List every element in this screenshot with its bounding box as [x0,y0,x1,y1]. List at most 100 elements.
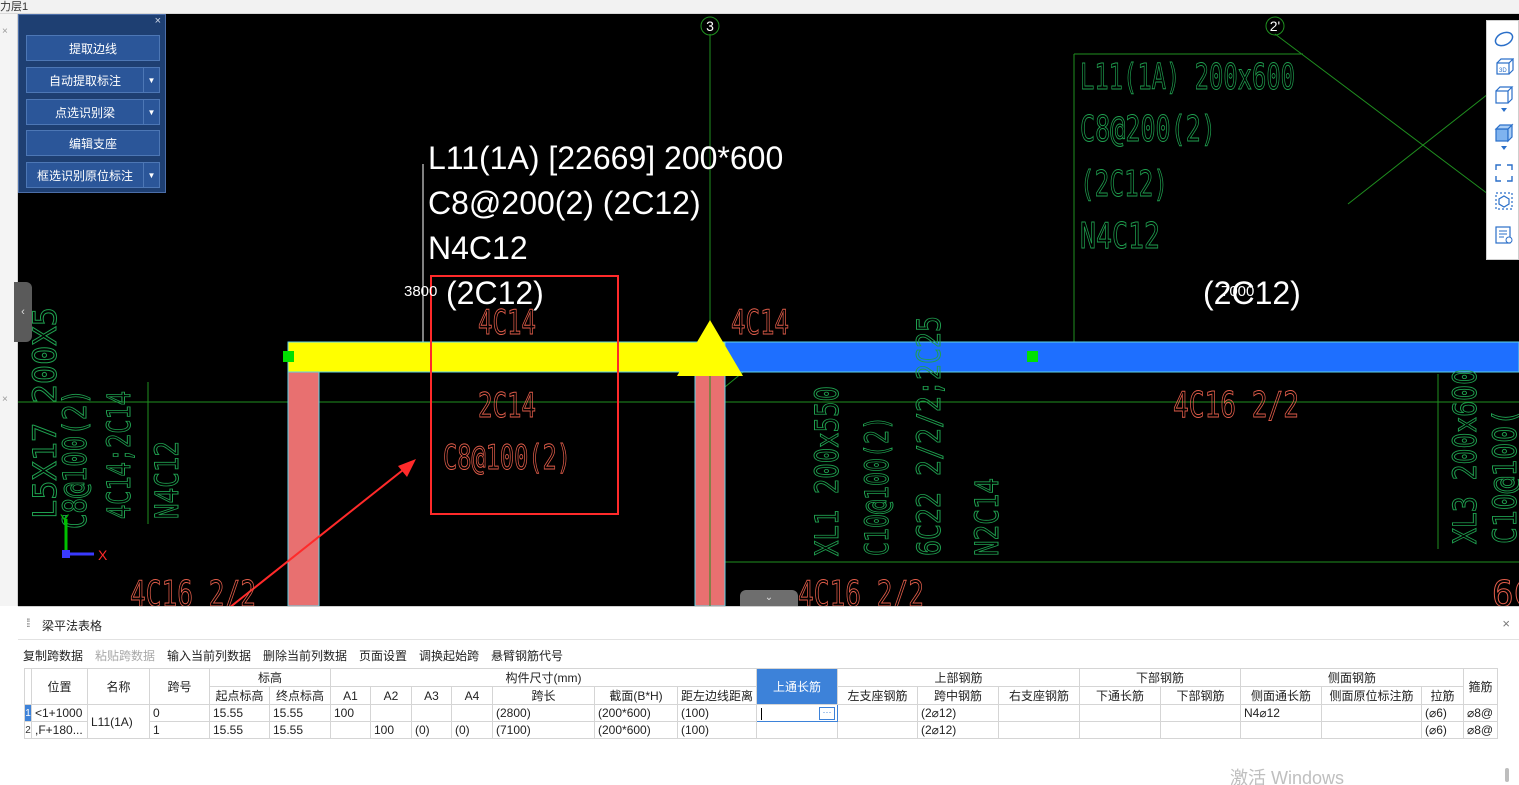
cell-a2[interactable]: 100 [370,721,412,739]
header-bottom-through[interactable]: 下通长筋 [1079,686,1162,705]
cell-mid-span[interactable]: (2⌀12) [917,704,1000,722]
cell-end-elev[interactable]: 15.55 [269,721,331,739]
cell-a1[interactable] [330,721,371,739]
cell-span[interactable]: 1 [149,721,210,739]
header-a1[interactable]: A1 [330,686,371,705]
cell-top-through-editing[interactable]: ··· [756,704,839,722]
edit-support-button[interactable]: 编辑支座 [26,130,160,156]
box-view-icon[interactable] [1494,85,1514,105]
header-a3[interactable]: A3 [411,686,452,705]
cell-bottom-through[interactable] [1079,721,1162,739]
cell-right-support[interactable] [998,721,1081,739]
cell-left-support[interactable] [837,704,919,722]
extract-edge-button[interactable]: 提取边线 [26,35,160,61]
paste-span-data-button[interactable]: 粘贴跨数据 [95,647,155,664]
cell-stirrup[interactable]: ⌀8@ [1463,721,1499,739]
cell-name[interactable]: L11(1A) [87,704,150,739]
cell-bottom-bar[interactable] [1160,721,1242,739]
cell-bottom-through[interactable] [1079,704,1162,722]
pick-recognize-beam-button[interactable]: 点选识别梁 ▼ [26,99,160,125]
close-icon[interactable]: × [1502,616,1510,631]
header-stirrup[interactable]: 箍筋 [1463,668,1499,705]
cell-end-elev[interactable]: 15.55 [269,704,331,722]
header-end-elev[interactable]: 终点标高 [269,686,331,705]
header-side-through[interactable]: 侧面通长筋 [1240,686,1323,705]
solid-box-icon[interactable] [1494,123,1514,143]
cell-section[interactable]: (200*600) [594,704,678,722]
swap-start-span-button[interactable]: 调换起始跨 [419,647,479,664]
copy-span-data-button[interactable]: 复制跨数据 [23,647,83,664]
header-name[interactable]: 名称 [87,668,150,705]
header-start-elev[interactable]: 起点标高 [209,686,270,705]
chevron-down-icon[interactable] [1494,143,1514,153]
cell-start-elev[interactable]: 15.55 [209,721,270,739]
table-row[interactable]: 1 <1+1000 L11(1A) 0 15.55 15.55 100 (280… [24,704,1499,739]
header-bottom-bar[interactable]: 下部钢筋 [1160,686,1242,705]
row-number[interactable]: 2 [24,721,32,739]
cell-top-through[interactable] [756,721,839,739]
report-icon[interactable] [1494,225,1514,245]
cell-span-length[interactable]: (7100) [492,721,595,739]
drag-grip-icon[interactable]: ⁞⁞ [26,616,30,630]
cell-tie[interactable]: (⌀6) [1421,704,1465,722]
cell-span-length[interactable]: (2800) [492,704,595,722]
more-options-button[interactable]: ··· [819,707,836,720]
scrollbar-grip[interactable] [1505,768,1509,782]
header-left-support[interactable]: 左支座钢筋 [837,686,919,705]
dropdown-arrow-icon[interactable]: ▼ [143,163,159,187]
header-position[interactable]: 位置 [31,668,88,705]
3d-view-icon[interactable]: 3D [1494,57,1514,77]
cell-start-elev[interactable]: 15.55 [209,704,270,722]
header-offset[interactable]: 距左边线距离 [676,686,758,705]
cell-side-in-situ[interactable] [1321,721,1423,739]
cad-canvas[interactable]: 3 2' L11(1A) [22669] 200*600 C8@200(2) (… [18,14,1519,606]
cell-side-through[interactable] [1240,721,1323,739]
cell-side-through[interactable]: N4⌀12 [1240,704,1323,722]
cell-a1[interactable]: 100 [330,704,371,722]
cell-stirrup[interactable]: ⌀8@ [1463,704,1499,722]
close-icon[interactable]: × [155,15,161,27]
header-a2[interactable]: A2 [370,686,412,705]
table-row[interactable]: 2 ,F+180... 1 15.55 15.55 100 (0) (0) (7… [24,721,1499,739]
dropdown-arrow-icon[interactable]: ▼ [143,68,159,92]
cell-side-in-situ[interactable] [1321,704,1423,722]
header-tie[interactable]: 拉筋 [1421,686,1465,705]
bottom-collapse-tab[interactable]: ⌄ [740,590,798,606]
orbit-icon[interactable] [1494,29,1514,49]
cantilever-rebar-code-button[interactable]: 悬臂钢筋代号 [491,647,563,664]
cell-right-support[interactable] [998,704,1081,722]
header-top-through[interactable]: 上通长筋 [756,668,839,705]
header-span-no[interactable]: 跨号 [149,668,210,705]
cell-offset[interactable]: (100) [676,721,758,739]
left-collapse-tab[interactable]: ‹ [14,282,32,342]
header-section[interactable]: 截面(B*H) [594,686,678,705]
fullscreen-icon[interactable] [1494,163,1514,183]
cell-a2[interactable] [370,704,412,722]
cell-span[interactable]: 0 [149,704,210,722]
input-column-data-button[interactable]: 输入当前列数据 [167,647,251,664]
cell-a3[interactable]: (0) [411,721,452,739]
cell-left-support[interactable] [837,721,919,739]
header-a4[interactable]: A4 [451,686,493,705]
cell-section[interactable]: (200*600) [594,721,678,739]
header-right-support[interactable]: 右支座钢筋 [998,686,1081,705]
header-side-in-situ[interactable]: 侧面原位标注筋 [1321,686,1423,705]
chevron-down-icon[interactable] [1494,105,1514,115]
row-number[interactable]: 1 [24,704,32,722]
select-box-icon[interactable] [1494,191,1514,211]
cell-a4[interactable] [451,704,493,722]
box-recognize-in-situ-button[interactable]: 框选识别原位标注 ▼ [26,162,160,188]
auto-extract-label-button[interactable]: 自动提取标注 ▼ [26,67,160,93]
cell-a4[interactable]: (0) [451,721,493,739]
dropdown-arrow-icon[interactable]: ▼ [143,100,159,124]
page-setup-button[interactable]: 页面设置 [359,647,407,664]
header-span-length[interactable]: 跨长 [492,686,595,705]
cell-a3[interactable] [411,704,452,722]
cell-bottom-bar[interactable] [1160,704,1242,722]
cell-tie[interactable]: (⌀6) [1421,721,1465,739]
header-mid-span[interactable]: 跨中钢筋 [917,686,1000,705]
cell-mid-span[interactable]: (2⌀12) [917,721,1000,739]
cell-position[interactable]: <1+1000 [31,704,88,722]
cell-offset[interactable]: (100) [676,704,758,722]
cell-position[interactable]: ,F+180... [31,721,88,739]
